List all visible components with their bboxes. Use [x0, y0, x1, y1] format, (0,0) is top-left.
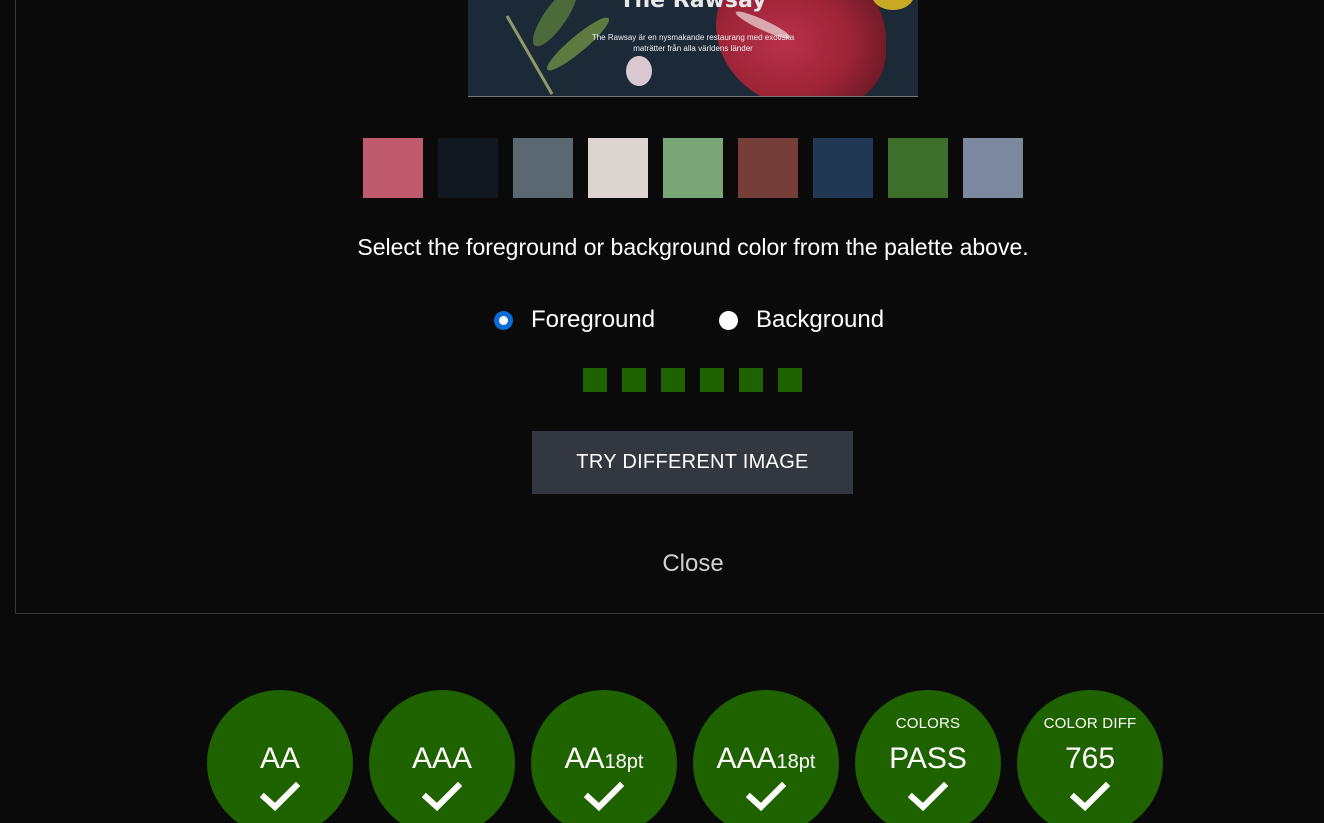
badge-caption: COLOR DIFF: [1043, 715, 1137, 732]
preview-title: The Rawsay: [619, 0, 767, 13]
palette-swatch[interactable]: [663, 138, 723, 198]
try-different-image-button[interactable]: TRY DIFFERENT IMAGE: [532, 431, 853, 494]
badge-caption: COLORS: [895, 715, 961, 732]
palette-swatch[interactable]: [588, 138, 648, 198]
contrast-checker: The Rawsay The Rawsay är en nysmakande r…: [0, 0, 1324, 823]
result-badge: AA: [207, 690, 353, 823]
check-icon: [746, 782, 786, 812]
selected-color-square: [778, 368, 802, 392]
palette-swatch[interactable]: [813, 138, 873, 198]
palette-swatch[interactable]: [738, 138, 798, 198]
color-palette: [363, 138, 1023, 198]
selected-color-square: [583, 368, 607, 392]
palette-swatch[interactable]: [963, 138, 1023, 198]
selected-color-square: [661, 368, 685, 392]
palette-swatch[interactable]: [438, 138, 498, 198]
check-icon: [584, 782, 624, 812]
badge-sublabel: 18pt: [776, 751, 816, 773]
check-icon: [260, 782, 300, 812]
result-badge: AA18pt: [531, 690, 677, 823]
foreground-radio[interactable]: [494, 310, 513, 330]
result-badge: COLOR DIFF 765: [1017, 690, 1163, 823]
garlic-clove: [626, 56, 652, 86]
selected-color-square: [622, 368, 646, 392]
instruction-text: Select the foreground or background colo…: [357, 234, 1029, 260]
result-badge: COLORS PASS: [855, 690, 1001, 823]
foreground-label[interactable]: Foreground: [531, 306, 655, 334]
background-radio[interactable]: [719, 310, 738, 330]
close-link[interactable]: Close: [0, 550, 1324, 578]
background-label[interactable]: Background: [756, 306, 884, 334]
contrast-results: AA AAA AA18pt AAA18pt COLORS PASS COLOR DIFF 76…: [207, 690, 1163, 823]
badge-sublabel: 18pt: [604, 751, 644, 773]
badge-label: AA18pt: [564, 742, 644, 775]
uploaded-image-preview: The Rawsay The Rawsay är en nysmakande r…: [468, 0, 918, 97]
foreground-option[interactable]: Foreground: [494, 306, 655, 334]
preview-subtitle: The Rawsay är en nysmakande restaurang m…: [591, 33, 795, 53]
selected-color-square: [739, 368, 763, 392]
palette-swatch[interactable]: [363, 138, 423, 198]
selected-color-indicators: [583, 368, 802, 392]
check-icon: [908, 782, 948, 812]
badge-label: 765: [1064, 742, 1116, 775]
palette-swatch[interactable]: [888, 138, 948, 198]
palette-swatch[interactable]: [513, 138, 573, 198]
badge-label: PASS: [889, 742, 967, 775]
badge-label: AA: [259, 742, 301, 775]
badge-label: AAA18pt: [716, 742, 816, 775]
background-option[interactable]: Background: [719, 306, 884, 334]
result-badge: AAA: [369, 690, 515, 823]
selected-color-square: [700, 368, 724, 392]
check-icon: [1070, 782, 1110, 812]
badge-label: AAA: [411, 742, 473, 775]
check-icon: [422, 782, 462, 812]
result-badge: AAA18pt: [693, 690, 839, 823]
